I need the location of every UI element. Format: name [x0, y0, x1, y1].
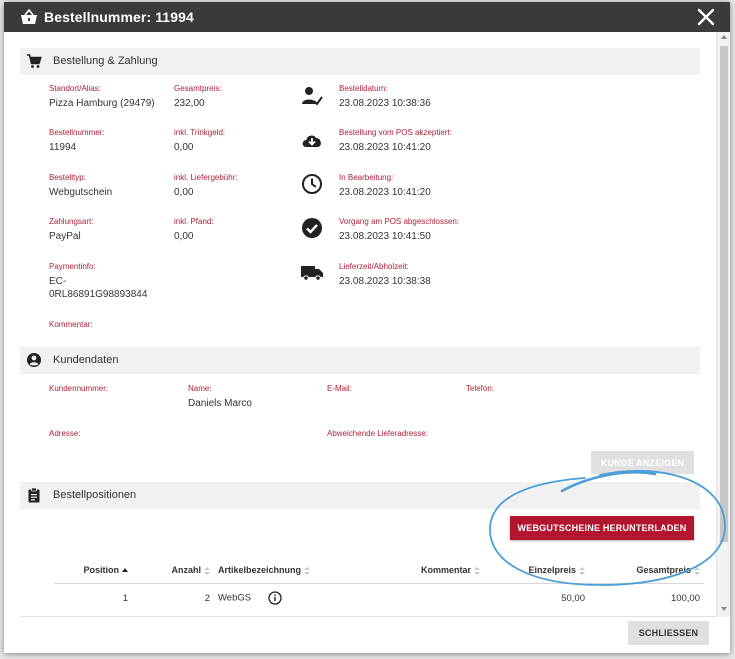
cell-artikel: WebGS — [214, 583, 394, 613]
section-customer: Kundendaten — [20, 347, 700, 374]
col-einzelpreis[interactable]: Einzelpreis — [484, 559, 589, 584]
dialog-content[interactable]: Bestellung & Zahlung Standort/Alias: Piz… — [4, 32, 716, 617]
field-pos-abgeschlossen: Vorgang am POS abgeschlossen: 23.08.2023… — [339, 217, 460, 242]
dialog-titlebar: Bestellnummer: 11994 — [4, 2, 730, 32]
field-standort: Standort/Alias: Pizza Hamburg (29479) — [49, 84, 155, 109]
field-pos-akzeptiert: Bestellung vom POS akzeptiert: 23.08.202… — [339, 128, 452, 153]
account-circle-icon — [27, 353, 41, 367]
table-header-row: Position Anzahl Artikelbezeichnung Komme… — [54, 559, 704, 584]
field-abweichende-lieferadresse: Abweichende Lieferadresse: — [327, 429, 428, 438]
order-detail-dialog: Bestellnummer: 11994 Bestellung & Zahlun… — [4, 2, 730, 653]
close-icon[interactable] — [696, 7, 716, 27]
field-bestelltyp: Bestelltyp: Webgutschein — [49, 173, 113, 198]
field-liefergebuehr: inkl. Liefergebühr: 0,00 — [174, 173, 238, 198]
cell-position: 1 — [122, 592, 128, 604]
field-trinkgeld: inkl. Trinkgeld: 0,00 — [174, 128, 226, 153]
field-gesamtpreis: Gesamtpreis: 232,00 — [174, 84, 222, 109]
cell-artikel-text: WebGS — [218, 592, 252, 604]
sort-icon — [304, 567, 311, 576]
dialog-title: Bestellnummer: 11994 — [44, 9, 194, 25]
clock-icon — [302, 174, 322, 194]
field-pfand: inkl. Pfand: 0,00 — [174, 217, 214, 242]
field-zahlungsart: Zahlungsart: PayPal — [49, 217, 94, 242]
field-name: Name: Daniels Marco — [188, 384, 252, 409]
sort-icon — [474, 567, 480, 576]
section-order-payment: Bestellung & Zahlung — [20, 48, 700, 75]
sort-icon — [204, 567, 210, 576]
sort-asc-icon — [122, 568, 128, 573]
truck-icon — [301, 266, 323, 281]
info-icon[interactable] — [268, 591, 282, 605]
scrollbar-thumb[interactable] — [720, 46, 728, 542]
cell-gesamtpreis: 100,00 — [670, 592, 700, 604]
scroll-up-icon[interactable] — [721, 35, 727, 39]
field-telefon: Telefon: — [466, 384, 495, 393]
col-kommentar[interactable]: Kommentar — [394, 559, 484, 584]
field-bestellnummer: Bestellnummer: 11994 — [49, 128, 105, 153]
positions-table: Position Anzahl Artikelbezeichnung Komme… — [54, 559, 704, 613]
section-positions-label: Bestellpositionen — [53, 489, 137, 501]
field-in-bearbeitung: In Bearbeitung: 23.08.2023 10:41:20 — [339, 173, 431, 198]
field-kundennummer: Kundennummer: — [49, 384, 109, 393]
check-circle-icon — [302, 218, 322, 238]
table-row: 1 2 WebGS 50,00 100,00 — [54, 583, 704, 613]
field-email: E-Mail: — [327, 384, 352, 393]
screen-backdrop: Bestellnummer: 11994 Bestellung & Zahlun… — [0, 0, 735, 659]
basket-icon — [21, 9, 37, 24]
col-anzahl[interactable]: Anzahl — [132, 559, 214, 584]
shopping-cart-icon — [27, 54, 42, 68]
section-positions: Bestellpositionen — [20, 482, 700, 509]
field-lieferzeit: Lieferzeit/Abholzeit: 23.08.2023 10:38:3… — [339, 262, 431, 287]
download-webgutscheine-button[interactable]: WEBGUTSCHEINE HERUNTERLADEN — [510, 516, 694, 540]
clipboard-list-icon — [28, 487, 40, 503]
cell-kommentar — [394, 583, 484, 613]
section-order-payment-label: Bestellung & Zahlung — [53, 55, 158, 67]
content-scrollbar[interactable] — [716, 32, 730, 617]
show-customer-button[interactable]: KUNDE ANZEIGEN — [591, 451, 694, 474]
col-artikelbezeichnung[interactable]: Artikelbezeichnung — [214, 559, 394, 584]
section-customer-label: Kundendaten — [53, 354, 119, 366]
col-gesamtpreis[interactable]: Gesamtpreis — [589, 559, 704, 584]
scroll-down-icon[interactable] — [721, 607, 727, 611]
cloud-download-icon — [302, 135, 321, 147]
sort-icon — [579, 567, 585, 576]
cell-anzahl: 2 — [204, 592, 210, 604]
cell-einzelpreis: 50,00 — [561, 592, 585, 604]
field-kommentar: Kommentar: — [49, 320, 93, 329]
col-position[interactable]: Position — [54, 559, 132, 584]
close-button[interactable]: SCHLIESSEN — [628, 621, 709, 645]
sort-icon — [694, 567, 700, 576]
field-adresse: Adresse: — [49, 429, 81, 438]
person-check-icon — [302, 87, 323, 106]
footer-divider — [20, 616, 716, 617]
field-bestelldatum: Bestelldatum: 23.08.2023 10:38:36 — [339, 84, 431, 109]
field-paymentinfo: Paymentinfo: EC- 0RL86891G98893844 — [49, 262, 148, 300]
